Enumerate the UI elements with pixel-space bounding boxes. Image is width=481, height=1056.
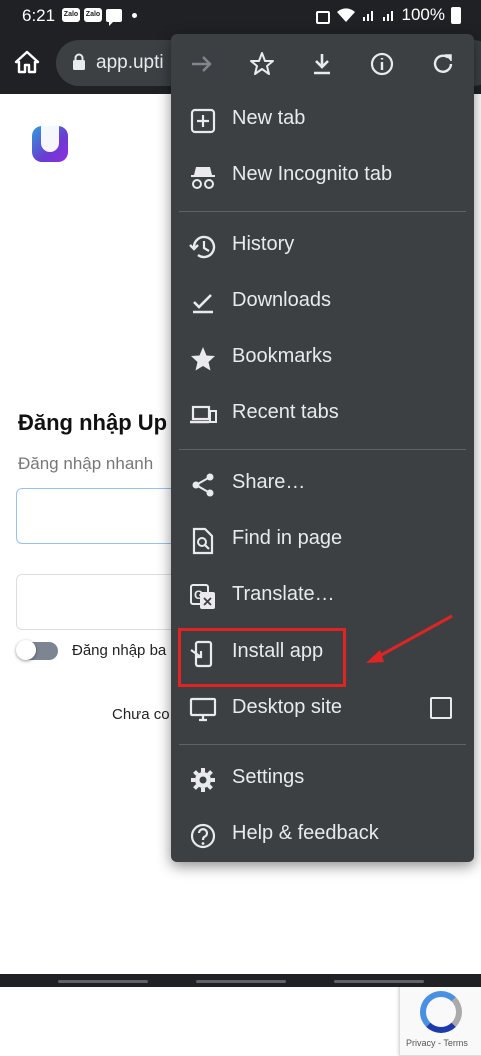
menu-item-new-tab[interactable]: New tab <box>171 92 474 148</box>
app-logo <box>32 126 68 162</box>
signal-icon <box>362 11 373 21</box>
login-title: Đăng nhập Up <box>18 410 168 435</box>
signup-text: Chưa co <box>112 706 170 723</box>
nav-indicator <box>334 980 424 983</box>
desktop-site-checkbox[interactable] <box>430 697 452 719</box>
menu-top-icons <box>171 34 474 92</box>
bookmarks-icon <box>191 347 215 371</box>
menu-item-settings[interactable]: Settings <box>171 751 474 807</box>
menu-item-new-incognito-tab[interactable]: New Incognito tab <box>171 148 474 204</box>
menu-item-label: Share… <box>232 471 306 493</box>
recent-tabs-icon <box>190 405 217 424</box>
incognito-icon <box>191 167 215 189</box>
battery-icon <box>451 6 461 24</box>
status-bar: 6:21 Zalo Zalo 100% <box>0 0 481 32</box>
menu-item-label: Settings <box>232 766 305 788</box>
download-icon[interactable] <box>309 51 335 77</box>
notification-icons: Zalo Zalo <box>62 8 137 26</box>
new-tab-icon <box>190 108 216 134</box>
remember-toggle[interactable] <box>16 640 58 660</box>
menu-item-find-in-page[interactable]: Find in page <box>171 512 474 568</box>
menu-divider <box>179 744 466 745</box>
desktop-icon <box>189 697 217 722</box>
recaptcha-badge[interactable]: Privacy - Terms <box>399 982 481 1056</box>
forward-icon[interactable] <box>189 51 215 77</box>
menu-item-label: Recent tabs <box>232 401 339 423</box>
translate-icon: G <box>190 584 215 609</box>
menu-item-label: New Incognito tab <box>232 163 393 185</box>
zalo-icon: Zalo <box>84 8 102 22</box>
url-text: app.upti <box>96 52 164 73</box>
menu-item-downloads[interactable]: Downloads <box>171 274 474 330</box>
menu-item-help-feedback[interactable]: Help & feedback <box>171 807 474 863</box>
info-icon[interactable] <box>369 51 395 77</box>
system-nav-bar <box>0 974 481 987</box>
menu-item-history[interactable]: History <box>171 218 474 274</box>
menu-divider <box>179 211 466 212</box>
signal-icon-2 <box>382 11 393 21</box>
menu-item-share[interactable]: Share… <box>171 456 474 512</box>
find-in-page-icon <box>192 527 214 555</box>
help-icon <box>190 823 216 849</box>
menu-item-label: Find in page <box>232 527 343 549</box>
refresh-icon[interactable] <box>430 51 456 77</box>
menu-item-bookmarks[interactable]: Bookmarks <box>171 330 474 386</box>
menu-item-recent-tabs[interactable]: Recent tabs <box>171 386 474 442</box>
system-icons: 100% <box>315 5 461 25</box>
battery-percent: 100% <box>401 5 445 24</box>
login-subtitle: Đăng nhập nhanh <box>18 454 154 473</box>
wifi-icon <box>336 8 355 22</box>
nav-indicator <box>58 980 148 983</box>
menu-item-label: Downloads <box>232 289 331 311</box>
lock-icon <box>73 53 85 70</box>
share-icon <box>192 473 214 497</box>
menu-item-label: New tab <box>232 107 306 129</box>
recaptcha-icon <box>420 991 462 1033</box>
remember-label: Đăng nhập ba <box>72 642 167 659</box>
recaptcha-text[interactable]: Privacy - Terms <box>406 1038 468 1048</box>
message-icon <box>106 8 122 26</box>
settings-icon <box>191 768 215 792</box>
more-notifications-icon <box>132 12 137 18</box>
lock-status-icon <box>315 10 330 24</box>
menu-item-label: Translate… <box>232 583 335 605</box>
status-time: 6:21 <box>22 6 56 25</box>
zalo-icon: Zalo <box>62 8 80 22</box>
menu-item-label: Desktop site <box>232 696 343 718</box>
install-app-highlight-box <box>178 628 346 687</box>
browser-overflow-menu: New tab New Incognito tab History Downlo… <box>171 34 474 862</box>
home-icon[interactable] <box>14 50 40 74</box>
annotation-arrow-icon <box>366 614 453 663</box>
menu-item-label: Help & feedback <box>232 822 379 844</box>
nav-indicator <box>196 980 286 983</box>
menu-item-label: Bookmarks <box>232 345 333 367</box>
menu-item-label: History <box>232 233 295 255</box>
downloads-icon <box>193 294 213 314</box>
history-icon <box>189 235 216 259</box>
menu-item-desktop-site[interactable]: Desktop site <box>171 681 474 737</box>
star-icon[interactable] <box>249 51 275 77</box>
menu-divider <box>179 449 466 450</box>
